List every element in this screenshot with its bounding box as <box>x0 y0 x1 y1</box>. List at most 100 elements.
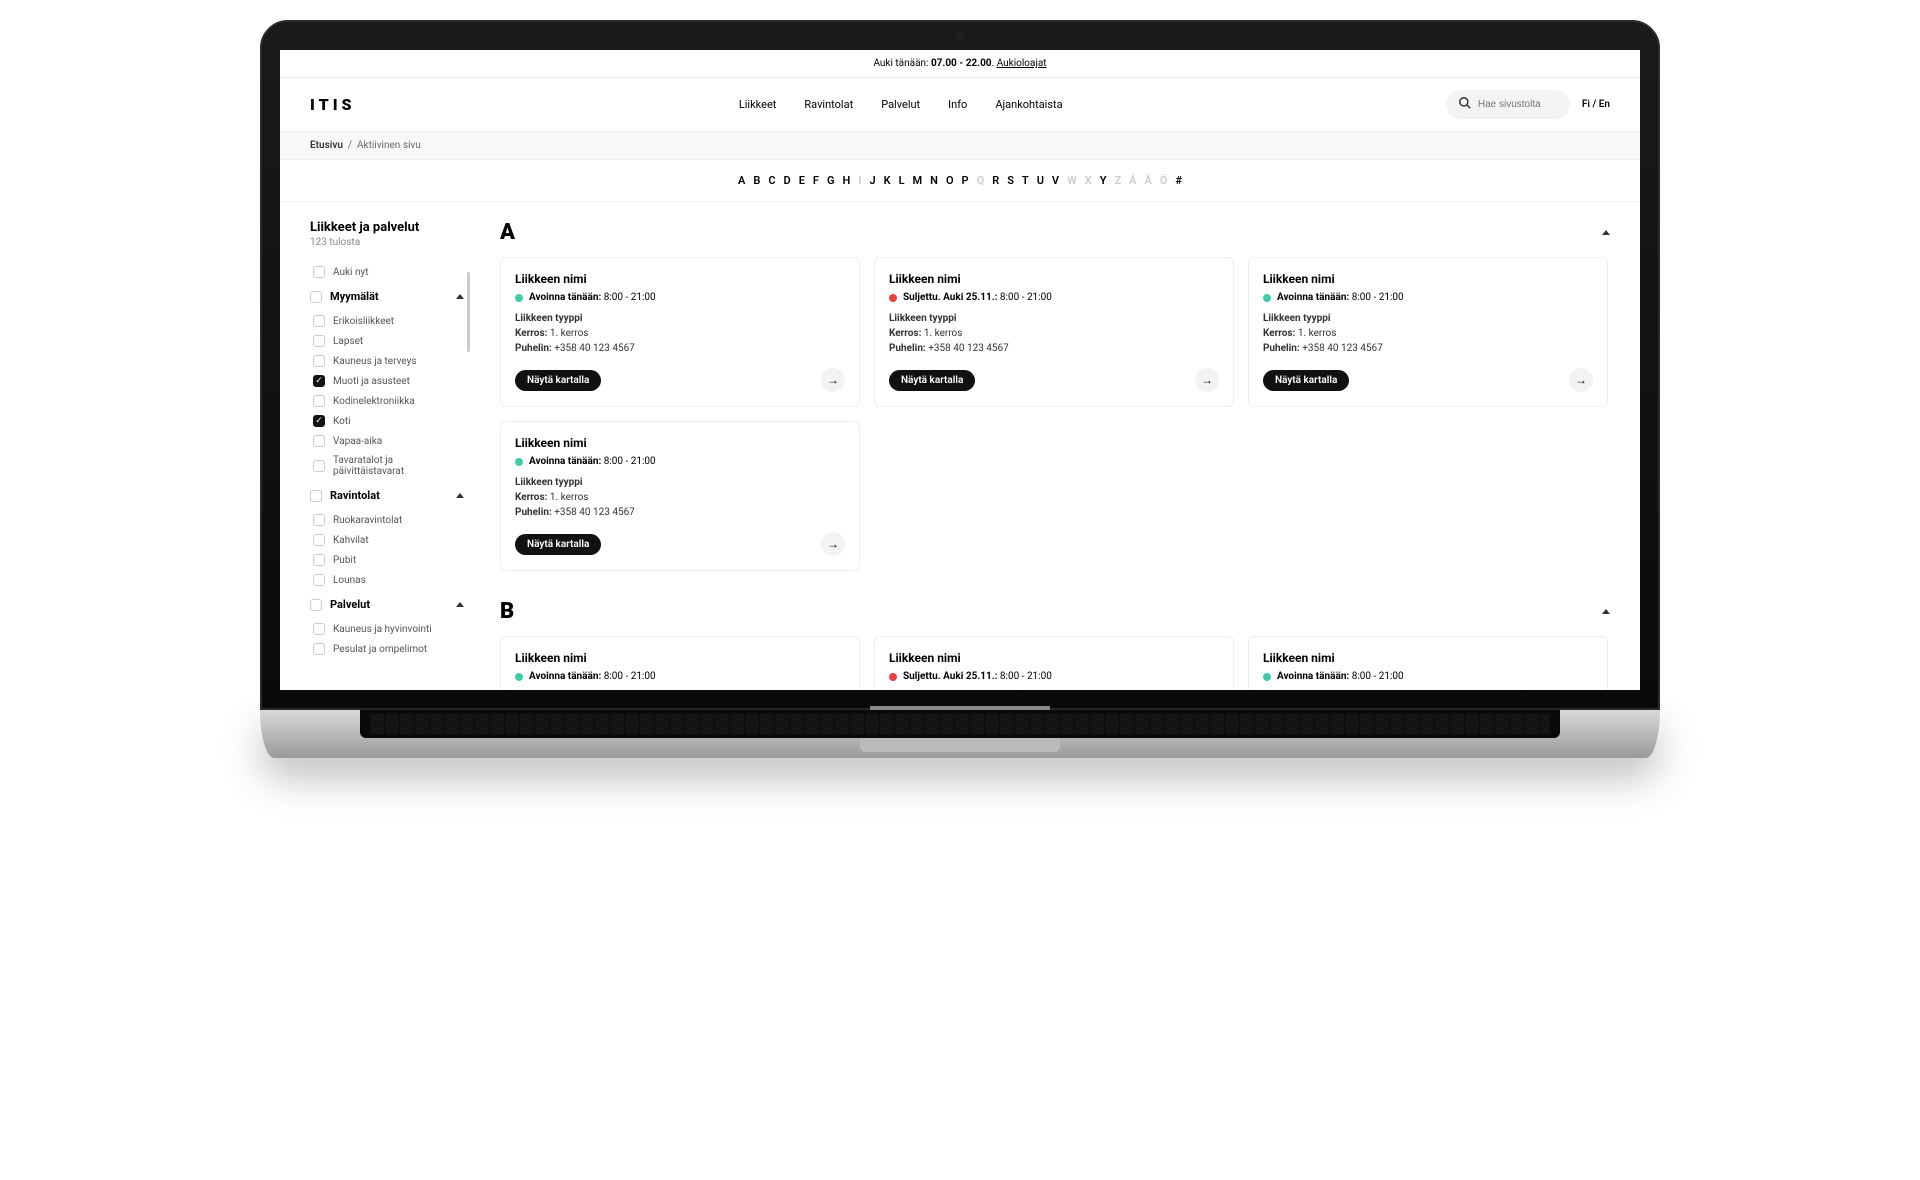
alpha-letter[interactable]: V <box>1052 174 1059 187</box>
filter-label: Kahvilat <box>333 535 369 546</box>
store-card[interactable]: Liikkeen nimi Avoinna tänään: 8:00 - 21:… <box>500 257 860 407</box>
alpha-letter[interactable]: K <box>884 174 891 187</box>
filter-group-header[interactable]: Ravintolat <box>310 481 464 510</box>
store-type: Liikkeen tyyppi <box>1263 311 1593 326</box>
language-switch[interactable]: Fi / En <box>1582 99 1610 110</box>
alpha-letter[interactable]: J <box>869 174 875 187</box>
search-input[interactable] <box>1478 99 1558 110</box>
nav-item[interactable]: Palvelut <box>881 98 920 111</box>
filter-item[interactable]: Vapaa-aika <box>313 431 464 451</box>
filter-item[interactable]: Lapset <box>313 331 464 351</box>
nav-item[interactable]: Ajankohtaista <box>995 98 1062 111</box>
filter-item[interactable]: Tavaratalot ja päivittäistavarat <box>313 451 464 481</box>
store-floor: Kerros: 1. kerros <box>515 326 845 341</box>
checkbox-icon <box>313 355 325 367</box>
alpha-letter[interactable]: S <box>1007 174 1014 187</box>
store-phone: Puhelin: +358 40 123 4567 <box>515 341 845 356</box>
nav-item[interactable]: Liikkeet <box>739 98 777 111</box>
checkbox-icon <box>310 490 322 502</box>
store-card[interactable]: Liikkeen nimi Avoinna tänään: 8:00 - 21:… <box>1248 257 1608 407</box>
store-floor: Kerros: 1. kerros <box>1263 326 1593 341</box>
filter-item[interactable]: Kauneus ja terveys <box>313 351 464 371</box>
nav-item[interactable]: Info <box>948 98 967 111</box>
checkbox-icon <box>313 623 325 635</box>
alpha-letter[interactable]: T <box>1022 174 1029 187</box>
lang-en[interactable]: En <box>1599 99 1610 110</box>
store-card[interactable]: Liikkeen nimi Avoinna tänään: 8:00 - 21:… <box>1248 636 1608 690</box>
filter-group-header[interactable]: Palvelut <box>310 590 464 619</box>
alpha-letter[interactable]: N <box>930 174 938 187</box>
filter-label: Lounas <box>333 575 366 586</box>
nav-item[interactable]: Ravintolat <box>804 98 853 111</box>
open-today-label: Auki tänään: <box>873 58 931 69</box>
alpha-letter[interactable]: # <box>1175 174 1182 187</box>
breadcrumb-home[interactable]: Etusivu <box>310 140 343 151</box>
alpha-letter[interactable]: A <box>738 174 745 187</box>
section-letter: A <box>500 220 515 245</box>
filter-label: Pesulat ja ompelimot <box>333 644 427 655</box>
filter-item[interactable]: Erikoisliikkeet <box>313 311 464 331</box>
checkbox-icon <box>313 315 325 327</box>
show-on-map-button[interactable]: Näytä kartalla <box>1263 370 1349 391</box>
alpha-letter[interactable]: Y <box>1100 174 1107 187</box>
breadcrumb: Etusivu / Aktiivinen sivu <box>280 132 1640 160</box>
filter-item[interactable]: Kauneus ja hyvinvointi <box>313 619 464 639</box>
opening-hours-link[interactable]: Aukioloajat <box>997 58 1047 69</box>
filter-item[interactable]: Muoti ja asusteet <box>313 371 464 391</box>
store-floor: Kerros: 1. kerros <box>889 326 1219 341</box>
search-box[interactable] <box>1446 90 1570 119</box>
show-on-map-button[interactable]: Näytä kartalla <box>889 370 975 391</box>
alpha-letter: Q <box>977 174 985 187</box>
alpha-letter[interactable]: G <box>827 174 835 187</box>
arrow-right-icon[interactable]: → <box>821 532 845 556</box>
arrow-right-icon[interactable]: → <box>1195 368 1219 392</box>
checkbox-icon <box>313 460 325 472</box>
alpha-letter[interactable]: C <box>768 174 775 187</box>
show-on-map-button[interactable]: Näytä kartalla <box>515 534 601 555</box>
arrow-right-icon[interactable]: → <box>1569 368 1593 392</box>
filter-label: Ruokaravintolat <box>333 515 402 526</box>
chevron-up-icon[interactable] <box>1602 609 1610 614</box>
filter-item[interactable]: Koti <box>313 411 464 431</box>
filter-open-now[interactable]: Auki nyt <box>313 262 464 282</box>
filter-item[interactable]: Pubit <box>313 550 464 570</box>
logo[interactable]: ITIS <box>310 95 356 114</box>
filter-item[interactable]: Ruokaravintolat <box>313 510 464 530</box>
filter-label: Tavaratalot ja päivittäistavarat <box>333 455 464 477</box>
checkbox-icon <box>313 514 325 526</box>
filter-item[interactable]: Kahvilat <box>313 530 464 550</box>
arrow-right-icon[interactable]: → <box>821 368 845 392</box>
alpha-letter[interactable]: D <box>784 174 791 187</box>
alphabet-index: ABCDEFGHIJKLMNOPQRSTUVWXYZÅÄÖ# <box>280 160 1640 202</box>
alpha-letter[interactable]: O <box>946 174 954 187</box>
show-on-map-button[interactable]: Näytä kartalla <box>515 370 601 391</box>
filter-group-label: Ravintolat <box>330 489 380 502</box>
alpha-letter[interactable]: F <box>813 174 819 187</box>
filter-item[interactable]: Kodinelektroniikka <box>313 391 464 411</box>
store-phone: Puhelin: +358 40 123 4567 <box>515 505 845 520</box>
alpha-letter[interactable]: M <box>913 174 923 187</box>
filter-item[interactable]: Pesulat ja ompelimot <box>313 639 464 659</box>
filter-item[interactable]: Lounas <box>313 570 464 590</box>
sidebar-title: Liikkeet ja palvelut <box>310 220 464 235</box>
chevron-up-icon[interactable] <box>1602 230 1610 235</box>
store-name: Liikkeen nimi <box>515 272 845 286</box>
alpha-letter: X <box>1085 174 1092 187</box>
store-card[interactable]: Liikkeen nimi Suljettu. Auki 25.11.: 8:0… <box>874 636 1234 690</box>
status-dot-icon <box>1263 673 1271 681</box>
store-phone: Puhelin: +358 40 123 4567 <box>1263 341 1593 356</box>
store-card[interactable]: Liikkeen nimi Suljettu. Auki 25.11.: 8:0… <box>874 257 1234 407</box>
alpha-letter[interactable]: P <box>962 174 969 187</box>
alpha-letter[interactable]: U <box>1037 174 1044 187</box>
alpha-letter[interactable]: R <box>992 174 999 187</box>
store-card[interactable]: Liikkeen nimi Avoinna tänään: 8:00 - 21:… <box>500 421 860 571</box>
sidebar-scrollbar[interactable] <box>467 272 470 352</box>
alpha-letter[interactable]: H <box>842 174 850 187</box>
alpha-letter[interactable]: L <box>899 174 905 187</box>
alpha-letter[interactable]: B <box>753 174 760 187</box>
filter-group-header[interactable]: Myymälät <box>310 282 464 311</box>
alpha-letter[interactable]: E <box>799 174 805 187</box>
store-card[interactable]: Liikkeen nimi Avoinna tänään: 8:00 - 21:… <box>500 636 860 690</box>
alpha-letter: I <box>858 174 861 187</box>
lang-fi[interactable]: Fi <box>1582 99 1590 110</box>
